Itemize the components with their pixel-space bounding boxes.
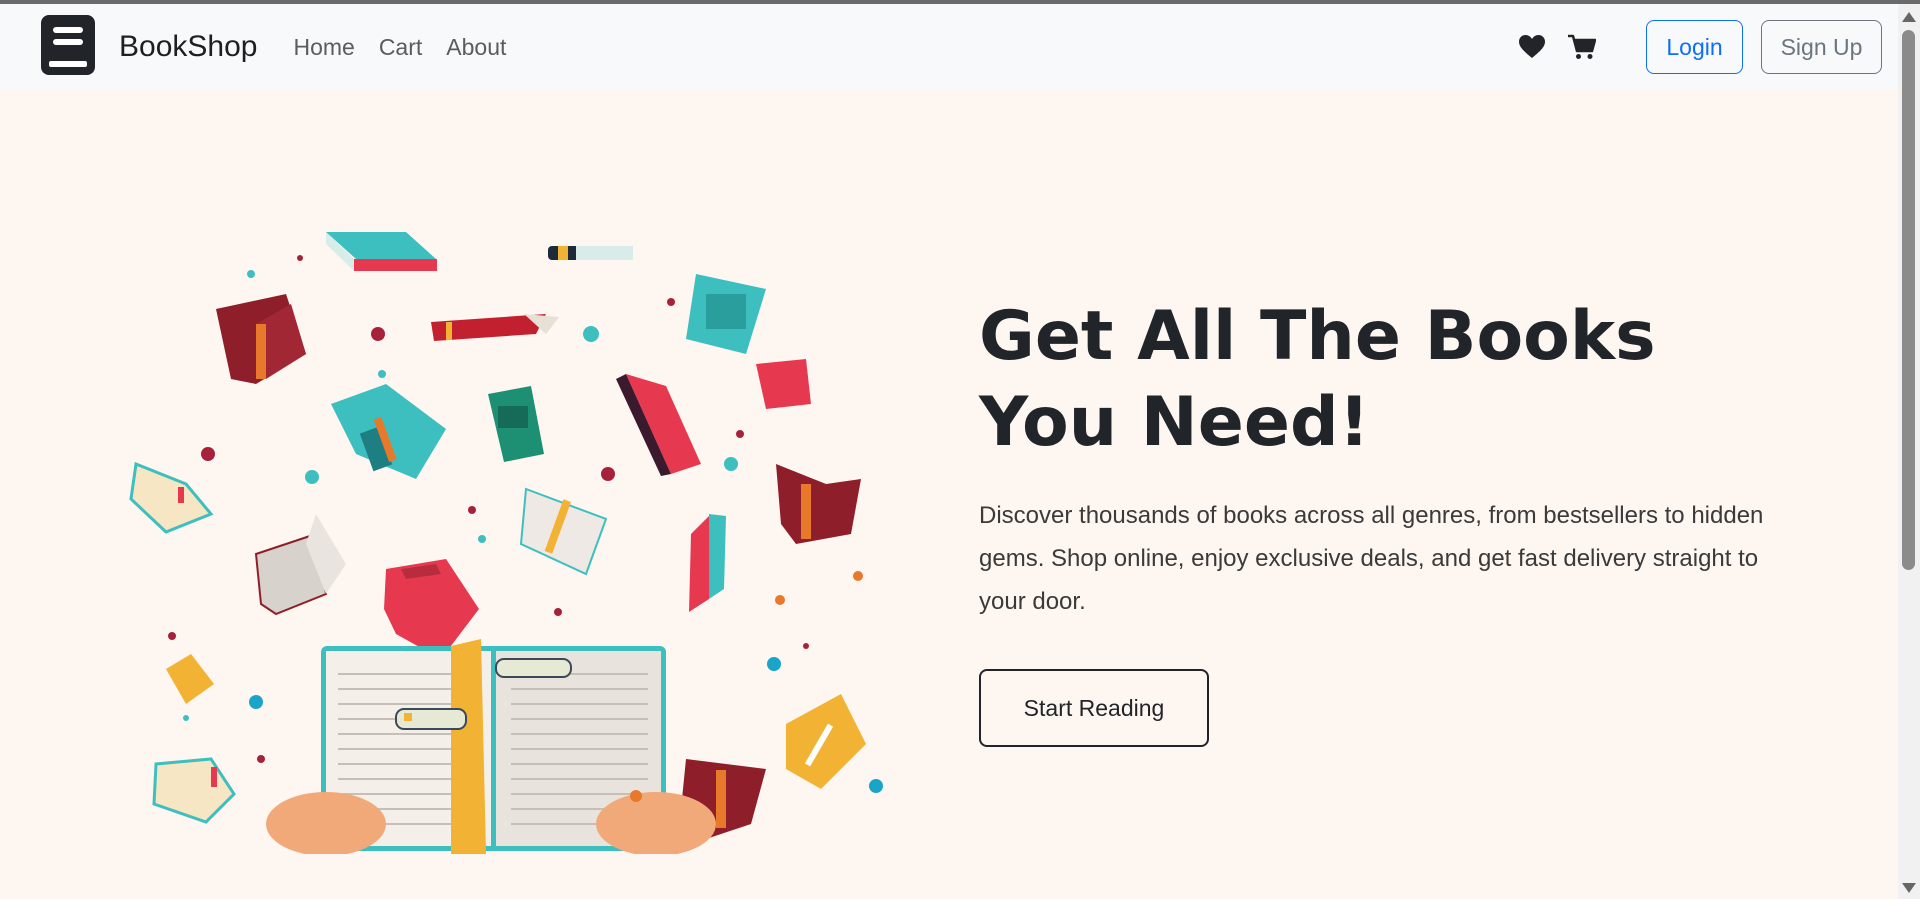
scroll-up-arrow-icon[interactable] bbox=[1902, 12, 1916, 22]
book-green bbox=[488, 386, 544, 462]
book-closed-strip bbox=[548, 246, 633, 260]
book-red-angled bbox=[616, 374, 701, 476]
vertical-scrollbar[interactable] bbox=[1898, 4, 1920, 899]
book-cream-bottom-left bbox=[152, 757, 236, 824]
book-red-flat bbox=[431, 314, 559, 341]
book-yellow-right bbox=[786, 694, 866, 789]
login-button[interactable]: Login bbox=[1646, 20, 1743, 74]
book-teal-top bbox=[326, 232, 437, 271]
book-red-small-right bbox=[756, 359, 811, 409]
signup-button[interactable]: Sign Up bbox=[1761, 20, 1882, 74]
book-teal-right bbox=[686, 274, 766, 354]
book-maroon-right bbox=[776, 464, 861, 544]
navbar: BookShop Home Cart About Login Sign Up bbox=[0, 4, 1898, 90]
book-open-cream-center bbox=[519, 487, 608, 576]
brand-title: BookShop bbox=[119, 30, 258, 63]
book-teal-center bbox=[331, 384, 446, 479]
hero-headline: Get All The Books You Need! bbox=[979, 297, 1656, 462]
nav-link-cart[interactable]: Cart bbox=[379, 34, 422, 61]
flying-books-illustration bbox=[126, 214, 896, 856]
nav-links: Home Cart About bbox=[293, 34, 506, 61]
book-yellow-small bbox=[166, 654, 214, 704]
scroll-thumb[interactable] bbox=[1902, 30, 1915, 570]
scroll-down-arrow-icon[interactable] bbox=[1902, 883, 1916, 893]
book-open-white bbox=[254, 514, 346, 616]
hero-text: Get All The Books You Need! Discover tho… bbox=[979, 294, 1779, 747]
start-reading-button[interactable]: Start Reading bbox=[979, 669, 1209, 747]
nav-actions: Login Sign Up bbox=[1516, 20, 1882, 74]
book-maroon-open-left bbox=[216, 294, 306, 384]
cart-icon[interactable] bbox=[1566, 31, 1598, 63]
open-book-main bbox=[266, 639, 716, 856]
book-cream-left bbox=[129, 461, 214, 534]
nav-link-home[interactable]: Home bbox=[293, 34, 354, 61]
hero-description: Discover thousands of books across all g… bbox=[979, 502, 1764, 615]
book-icon bbox=[41, 14, 95, 80]
book-red-standing bbox=[689, 514, 726, 612]
heart-icon[interactable] bbox=[1516, 31, 1548, 63]
nav-link-about[interactable]: About bbox=[446, 34, 506, 61]
brand[interactable]: BookShop bbox=[41, 14, 258, 80]
